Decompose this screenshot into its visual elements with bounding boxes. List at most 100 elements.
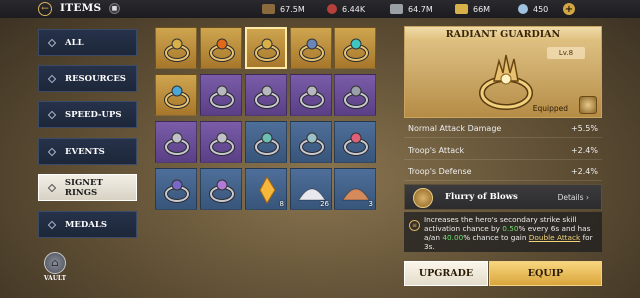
resource-gems[interactable]: 450 [518,2,548,16]
vault-icon: ⌂ [44,252,66,274]
ring-slot[interactable] [290,27,332,69]
info-icon[interactable]: ■ [109,3,120,14]
skill-name: Flurry of Blows [445,192,518,202]
ring-icon [343,85,369,109]
ring-icon [254,38,280,62]
ring-slot[interactable] [155,27,197,69]
powder-icon [342,188,370,201]
sidebar-item-label: EVENTS [65,146,105,157]
upgrade-button[interactable]: UPGRADE [404,261,488,286]
gem-icon [518,4,528,14]
stat-label: Troop's Attack [408,146,465,155]
ring-slot[interactable] [290,74,332,116]
stone-icon [390,4,403,14]
double-attack-link[interactable]: Double Attack [529,233,580,242]
ring-slot[interactable] [200,74,242,116]
crystal-icon [259,175,276,205]
resource-stone[interactable]: 64.7M [390,2,433,16]
sidebar-item-label: ALL [65,37,84,48]
diamond-icon [47,74,57,83]
page-title: ITEMS [60,2,102,14]
ring-icon [209,179,235,203]
hero-avatar[interactable] [579,96,597,114]
sidebar-item-resources[interactable]: RESOURCES [38,65,137,92]
sidebar-item-signet-rings[interactable]: SIGNET RINGS [38,174,137,201]
skill-details-link[interactable]: Details › [558,193,589,202]
diamond-icon [47,110,57,119]
stat-row: Troop's Defense +2.4% [404,163,602,181]
item-quantity: 3 [368,200,373,208]
vault-button[interactable]: ⌂ VAULT [40,252,70,282]
material-slot[interactable]: 3 [334,168,376,210]
skill-details-label: Details [557,193,584,202]
resource-wood[interactable]: 67.5M [262,2,305,16]
sidebar-item-all[interactable]: ALL [38,29,137,56]
resource-meat[interactable]: 6.44K [327,2,365,16]
diamond-icon [47,183,57,192]
sidebar-item-medals[interactable]: MEDALS [38,211,137,238]
skill-description: ≡ Increases the hero's secondary strike … [404,212,602,252]
resource-gems-value: 450 [533,4,549,14]
ring-icon [299,38,325,62]
vault-label: VAULT [43,275,67,282]
material-slot[interactable]: 8 [245,168,287,210]
ring-icon [209,132,235,156]
ring-slot[interactable] [334,74,376,116]
stat-row: Troop's Attack +2.4% [404,142,602,160]
back-icon[interactable]: ← [38,2,52,16]
ring-icon [209,38,235,62]
add-gems-button[interactable]: + [563,3,575,15]
sidebar-item-label: MEDALS [65,219,107,230]
resource-wood-value: 67.5M [280,4,305,14]
item-quantity: 26 [320,200,329,208]
skill-icon [413,188,433,208]
item-quantity: 8 [279,200,284,208]
ring-slot[interactable] [245,74,287,116]
desc-value-1: 0.50 [502,224,519,233]
ring-icon [164,85,190,109]
resource-meat-value: 6.44K [342,4,366,14]
resource-gold-value: 66M [473,4,491,14]
stat-value: +2.4% [570,146,598,155]
ring-slot[interactable] [155,74,197,116]
equip-button[interactable]: EQUIP [489,261,602,286]
ring-slot[interactable] [245,121,287,163]
material-slot[interactable]: 26 [290,168,332,210]
ring-icon [209,85,235,109]
diamond-icon [47,147,57,156]
top-bar: ← ITEMS ■ 67.5M 6.44K 64.7M 66M 450 + [0,0,640,18]
ring-slot[interactable] [155,168,197,210]
ring-slot[interactable] [155,121,197,163]
ring-icon [343,38,369,62]
ring-slot[interactable] [290,121,332,163]
meat-icon [327,4,337,14]
sidebar-item-speed-ups[interactable]: SPEED-UPS [38,101,137,128]
ring-slot[interactable] [245,27,287,69]
ring-icon [299,132,325,156]
item-name: RADIANT GUARDIAN [445,29,561,40]
desc-text-3: % chance to gain [463,233,529,242]
ring-icon [164,38,190,62]
ring-icon [164,179,190,203]
list-icon: ≡ [409,220,420,231]
stat-value: +2.4% [570,167,598,176]
desc-value-2: 40.00 [442,233,464,242]
stat-row: Normal Attack Damage +5.5% [404,120,602,138]
sidebar-item-label: SPEED-UPS [65,109,122,120]
ring-slot[interactable] [200,168,242,210]
skill-row[interactable]: Flurry of Blows Details › [404,184,602,210]
ring-icon [343,132,369,156]
ring-slot[interactable] [200,27,242,69]
ring-icon [164,132,190,156]
ring-slot[interactable] [200,121,242,163]
ring-slot[interactable] [334,27,376,69]
stat-value: +5.5% [570,124,598,133]
wood-icon [262,4,275,14]
sidebar-item-events[interactable]: EVENTS [38,138,137,165]
ring-slot[interactable] [334,121,376,163]
resource-gold[interactable]: 66M [455,2,490,16]
sidebar-item-label: SIGNET RINGS [64,177,103,198]
item-level: Lv.8 [547,47,585,59]
chevron-right-icon: › [586,193,589,202]
equipped-label: Equipped [532,104,568,113]
